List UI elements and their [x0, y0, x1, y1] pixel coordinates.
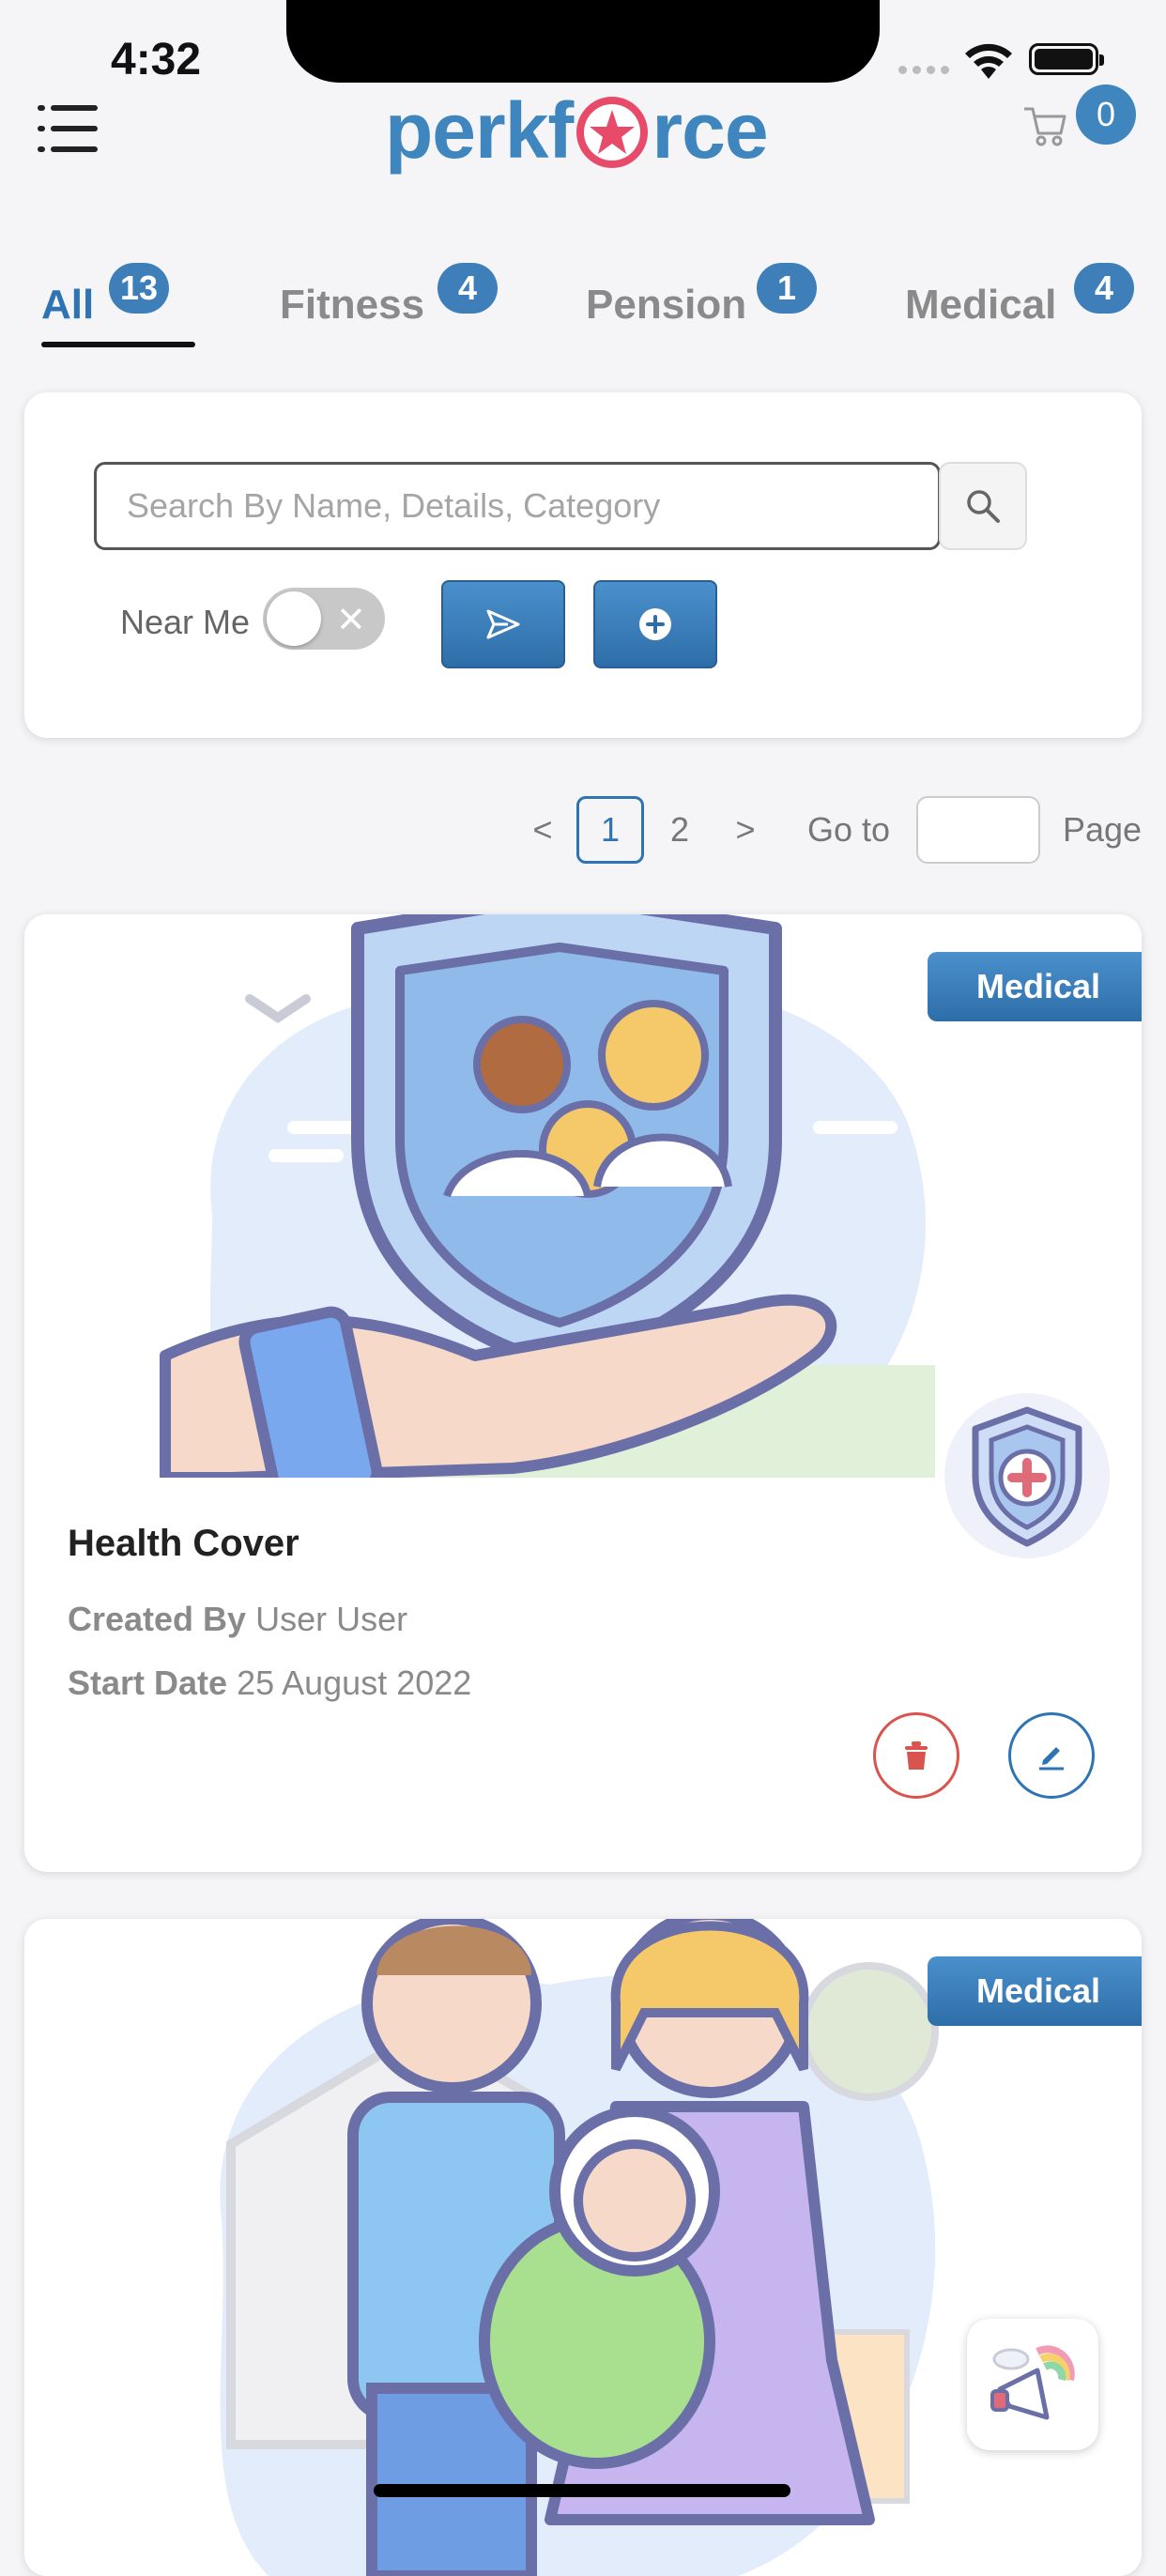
send-button[interactable] [441, 580, 565, 668]
category-badge: Medical [928, 952, 1142, 1021]
tab-fitness[interactable]: Fitness [280, 282, 424, 329]
category-badge: Medical [928, 1956, 1142, 2026]
battery-icon [1029, 43, 1104, 75]
status-time: 4:32 [111, 35, 202, 84]
plus-icon [639, 608, 671, 640]
page-label: Page [1063, 810, 1143, 849]
menu-icon[interactable] [38, 105, 98, 154]
tab-all-count[interactable]: 13 [109, 263, 170, 314]
home-indicator [374, 2484, 790, 2497]
cart-count-badge[interactable]: 0 [1076, 84, 1136, 145]
next-page-button[interactable]: > [725, 796, 766, 864]
perk-card[interactable]: Medical Health Cover Created By User Use… [24, 914, 1142, 1872]
created-by-row: Created By User User [68, 1600, 407, 1639]
perk-card[interactable]: Medical [24, 1919, 1142, 2576]
active-tab-indicator [41, 342, 195, 347]
tab-pension-count[interactable]: 1 [757, 263, 817, 314]
page-1-button[interactable]: 1 [576, 796, 644, 864]
logo-star-icon [576, 97, 649, 168]
toggle-off-icon: ✕ [336, 601, 366, 640]
logo-text-left: perkf [385, 85, 574, 175]
notch [286, 0, 880, 83]
tab-pension[interactable]: Pension [586, 282, 746, 329]
start-date-row: Start Date 25 August 2022 [68, 1664, 471, 1703]
search-panel: Near Me ✕ [24, 392, 1142, 738]
trash-icon [905, 1741, 928, 1770]
search-input[interactable] [94, 462, 941, 550]
goto-page-input[interactable] [916, 796, 1040, 864]
category-tabs: All 13 Fitness 4 Pension 1 Medical 4 [0, 263, 1166, 357]
search-button[interactable] [939, 462, 1027, 550]
medical-shield-icon [944, 1393, 1110, 1558]
created-by-value: User User [255, 1600, 408, 1638]
search-icon [967, 490, 1000, 523]
card-title: Health Cover [68, 1523, 299, 1564]
tab-medical-count[interactable]: 4 [1074, 263, 1134, 314]
start-date-label: Start Date [68, 1664, 238, 1702]
page-2-button[interactable]: 2 [653, 796, 706, 864]
perkforce-logo: perkf rce [385, 79, 769, 182]
logo-text-right: rce [652, 85, 768, 175]
tab-medical[interactable]: Medical [905, 282, 1056, 329]
tab-fitness-count[interactable]: 4 [437, 263, 498, 314]
near-me-label: Near Me [120, 603, 251, 641]
tab-all[interactable]: All [41, 282, 94, 329]
announcements-button[interactable] [967, 2319, 1098, 2450]
goto-label: Go to [807, 810, 891, 849]
created-by-label: Created By [68, 1600, 256, 1638]
add-button[interactable] [593, 580, 717, 668]
megaphone-icon [990, 2345, 1075, 2420]
start-date-value: 25 August 2022 [237, 1664, 472, 1702]
near-me-toggle[interactable]: ✕ [263, 588, 385, 650]
edit-button[interactable] [1008, 1712, 1095, 1799]
pagination: < 1 2 > Go to Page [0, 796, 1166, 864]
pencil-icon [1039, 1747, 1064, 1771]
signal-icon [898, 66, 949, 74]
send-icon [486, 609, 520, 639]
delete-button[interactable] [873, 1712, 959, 1799]
prev-page-button[interactable]: < [522, 796, 563, 864]
cart-icon[interactable] [1021, 101, 1068, 148]
wifi-icon [965, 43, 1012, 79]
